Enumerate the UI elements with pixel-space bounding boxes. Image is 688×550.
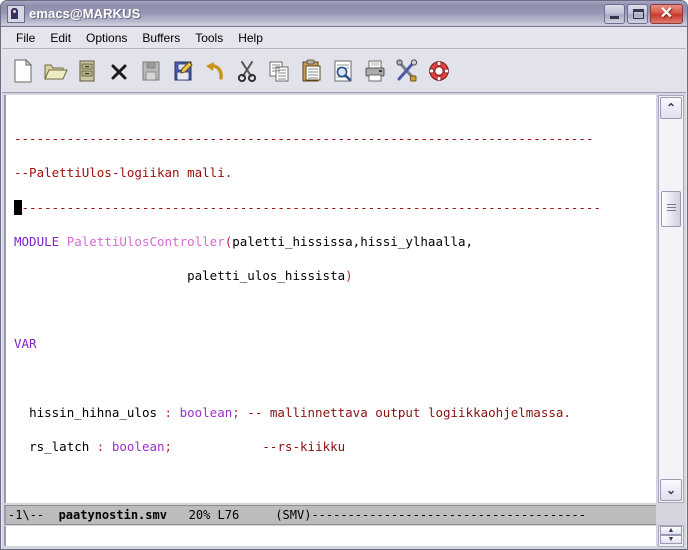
- code-line: --PalettiUlos-logiikan malli.: [14, 164, 601, 181]
- menu-help[interactable]: Help: [231, 29, 271, 47]
- new-file-icon[interactable]: [10, 57, 36, 85]
- tool-bar: [2, 49, 686, 93]
- var-type-boolean2: boolean: [111, 438, 165, 454]
- minimize-button[interactable]: [604, 3, 625, 24]
- text-panel[interactable]: ----------------------------------------…: [4, 95, 656, 503]
- emacs-window: emacs@MARKUS ✕ File Edit Options Buffers…: [0, 0, 688, 550]
- help-lifebuoy-icon[interactable]: [426, 57, 452, 85]
- close-x-icon[interactable]: [106, 57, 132, 85]
- code-line: rs_latch : boolean; --rs-kiikku: [29, 438, 346, 454]
- code-line: MODULE PalettiUlosController(paletti_his…: [14, 233, 474, 249]
- maximize-icon: [633, 8, 644, 19]
- inline-comment-output: -- mallinnettava output logiikkaohjelmas…: [247, 404, 571, 420]
- var-type-boolean: boolean: [179, 404, 233, 420]
- copy-icon[interactable]: [266, 57, 292, 85]
- close-button[interactable]: ✕: [650, 3, 683, 24]
- open-folder-icon[interactable]: [42, 57, 68, 85]
- code-line: hissin_hihna_ulos : boolean; -- mallinne…: [29, 404, 571, 420]
- minibuffer-spinner[interactable]: ▲ ▼: [658, 525, 684, 547]
- var-name-rslatch: rs_latch: [29, 438, 90, 454]
- modeline-filler: --------------------------------------: [311, 508, 586, 522]
- title-bar: emacs@MARKUS ✕: [1, 1, 687, 27]
- modeline-position: 20% L76: [166, 508, 276, 522]
- inline-comment-kiikku: --rs-kiikku: [262, 438, 346, 454]
- code-line: VAR: [14, 335, 601, 352]
- undo-arrow-icon[interactable]: [202, 57, 228, 85]
- module-name: PalettiUlosController: [66, 233, 225, 249]
- close-icon: ✕: [659, 4, 674, 22]
- var-name-hissin: hissin_hihna_ulos: [29, 404, 157, 420]
- code-line: ----------------------------------------…: [14, 130, 601, 147]
- keyword-var: VAR: [14, 336, 37, 352]
- module-args-second: paletti_ulos_hissista: [187, 267, 346, 283]
- customize-tools-icon[interactable]: [394, 57, 420, 85]
- keyword-module: MODULE: [14, 233, 60, 249]
- comment-rule-bottom: ----------------------------------------…: [21, 199, 601, 215]
- search-magnifier-icon[interactable]: [330, 57, 356, 85]
- buffer-area: -------------------------------------- --…: [2, 93, 686, 549]
- menu-edit[interactable]: Edit: [43, 29, 79, 47]
- dired-cabinet-icon[interactable]: [74, 57, 100, 85]
- scroll-up-button[interactable]: ⌃: [660, 97, 682, 119]
- code-line: paletti_ulos_hissista): [187, 267, 353, 283]
- window-title: emacs@MARKUS: [29, 6, 141, 21]
- menu-file[interactable]: File: [9, 29, 43, 47]
- menu-tools[interactable]: Tools: [188, 29, 231, 47]
- minibuffer[interactable]: [4, 526, 656, 546]
- maximize-button[interactable]: [627, 3, 648, 24]
- spinner-up-button[interactable]: ▲: [660, 526, 682, 535]
- scrollbar-thumb[interactable]: [661, 191, 681, 227]
- module-args-first: paletti_hississa,hissi_ylhaalla,: [232, 233, 474, 249]
- window-controls: ✕: [604, 3, 685, 24]
- comment-rule-top: ----------------------------------------…: [14, 131, 594, 147]
- code-line: ----------------------------------------…: [14, 199, 601, 216]
- menu-options[interactable]: Options: [79, 29, 135, 47]
- modeline-prefix: -1\--: [8, 508, 59, 522]
- menu-buffers[interactable]: Buffers: [135, 29, 188, 47]
- save-as-icon[interactable]: [170, 57, 196, 85]
- chevron-down-icon: ⌄: [665, 483, 677, 497]
- paste-clipboard-icon[interactable]: [298, 57, 324, 85]
- cut-scissors-icon[interactable]: [234, 57, 260, 85]
- vertical-scrollbar[interactable]: ⌃ ⌄: [658, 95, 684, 503]
- comment-title: --PalettiUlos-logiikan malli.: [14, 165, 233, 181]
- chevron-up-icon: ⌃: [665, 101, 677, 115]
- emacs-icon: [7, 4, 25, 23]
- source-code[interactable]: ----------------------------------------…: [14, 96, 601, 503]
- spinner-down-button[interactable]: ▼: [660, 535, 682, 544]
- grip-icon: [667, 204, 676, 213]
- scroll-down-button[interactable]: ⌄: [660, 479, 682, 501]
- modeline-major-mode: (SMV): [275, 508, 312, 522]
- minimize-icon: [610, 15, 619, 19]
- menu-bar: File Edit Options Buffers Tools Help: [2, 27, 686, 49]
- print-icon[interactable]: [362, 57, 388, 85]
- modeline-filename: paatynostin.smv: [58, 508, 167, 522]
- point-cursor: [14, 199, 22, 215]
- save-disk-icon: [138, 57, 164, 85]
- mode-line: -1\-- paatynostin.smv 20% L76 (SMV)-----…: [4, 505, 656, 525]
